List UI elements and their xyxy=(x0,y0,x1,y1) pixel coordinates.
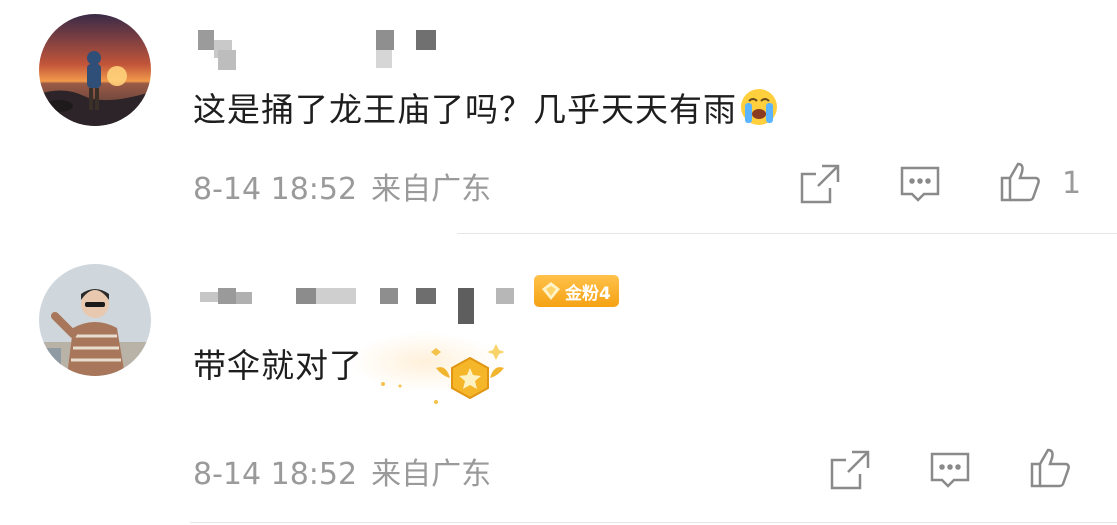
like-icon[interactable] xyxy=(1028,446,1072,490)
divider xyxy=(190,522,1117,523)
share-icon[interactable] xyxy=(828,448,872,492)
reply-icon[interactable] xyxy=(928,448,972,492)
comment-actions xyxy=(0,234,1117,525)
share-icon[interactable] xyxy=(798,162,842,206)
comment-item: 金粉4 带伞就对了 8-14 18:52 来自广东 xyxy=(0,234,1117,525)
like-count: 1 xyxy=(1062,166,1082,201)
comment-actions: 1 xyxy=(0,0,1117,234)
like-icon[interactable] xyxy=(998,160,1042,204)
comment-item: 这是捅了龙王庙了吗？几乎天天有雨 8-14 18:52 来自广东 1 xyxy=(0,0,1117,234)
reply-icon[interactable] xyxy=(898,162,942,206)
